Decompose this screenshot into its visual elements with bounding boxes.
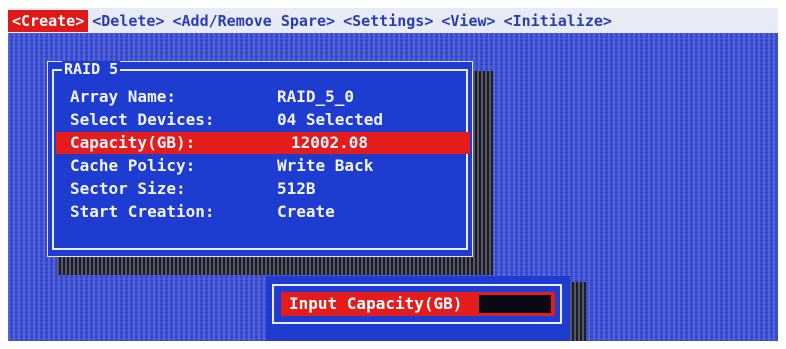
menu-delete[interactable]: <Delete> bbox=[88, 10, 168, 32]
select-devices-value: 04 Selected bbox=[277, 110, 383, 129]
raid-panel-shadow-right bbox=[473, 71, 493, 267]
array-name-value: RAID_5_0 bbox=[277, 87, 355, 106]
start-creation-value[interactable]: Create bbox=[277, 201, 335, 223]
row-array-name[interactable]: Array Name: RAID_5_0 bbox=[62, 86, 468, 108]
raid-panel-title: RAID 5 bbox=[62, 60, 121, 78]
input-capacity-bar: Input Capacity(GB) bbox=[281, 292, 555, 316]
menu-bar: <Create> <Delete> <Add/Remove Spare> <Se… bbox=[8, 8, 778, 33]
bios-screen: <Create> <Delete> <Add/Remove Spare> <Se… bbox=[8, 8, 778, 341]
menu-view[interactable]: <View> bbox=[437, 10, 499, 32]
cache-policy-label: Cache Policy: bbox=[70, 156, 196, 175]
select-devices-label: Select Devices: bbox=[70, 110, 215, 129]
input-dialog-shadow bbox=[570, 282, 586, 341]
input-capacity-label: Input Capacity(GB) bbox=[289, 294, 463, 313]
menu-add-remove-spare[interactable]: <Add/Remove Spare> bbox=[169, 10, 340, 32]
array-name-label: Array Name: bbox=[70, 87, 176, 106]
cache-policy-value: Write Back bbox=[277, 156, 374, 175]
menu-settings[interactable]: <Settings> bbox=[339, 10, 437, 32]
capacity-input[interactable] bbox=[479, 295, 551, 313]
sector-size-label: Sector Size: bbox=[70, 179, 186, 198]
raid-config-panel: RAID 5 Array Name: RAID_5_0 Select Devic… bbox=[47, 61, 473, 257]
input-capacity-dialog: Input Capacity(GB) bbox=[266, 276, 570, 341]
menu-initialize[interactable]: <Initialize> bbox=[500, 10, 616, 32]
capacity-value: 12002.08 bbox=[291, 133, 369, 152]
raid-panel-shadow-bottom bbox=[57, 257, 493, 275]
menu-create[interactable]: <Create> bbox=[8, 9, 89, 32]
start-creation-label: Start Creation: bbox=[70, 202, 215, 221]
sector-size-value: 512B bbox=[277, 179, 316, 198]
input-dialog-frame: Input Capacity(GB) bbox=[272, 284, 562, 324]
capacity-label: Capacity(GB): bbox=[70, 133, 196, 152]
row-cache-policy[interactable]: Cache Policy: Write Back bbox=[62, 155, 468, 177]
row-sector-size[interactable]: Sector Size: 512B bbox=[62, 178, 468, 200]
row-start-creation[interactable]: Start Creation: Create bbox=[62, 201, 468, 223]
row-select-devices[interactable]: Select Devices: 04 Selected bbox=[62, 109, 468, 131]
row-capacity[interactable]: Capacity(GB): 12002.08 bbox=[56, 132, 470, 154]
